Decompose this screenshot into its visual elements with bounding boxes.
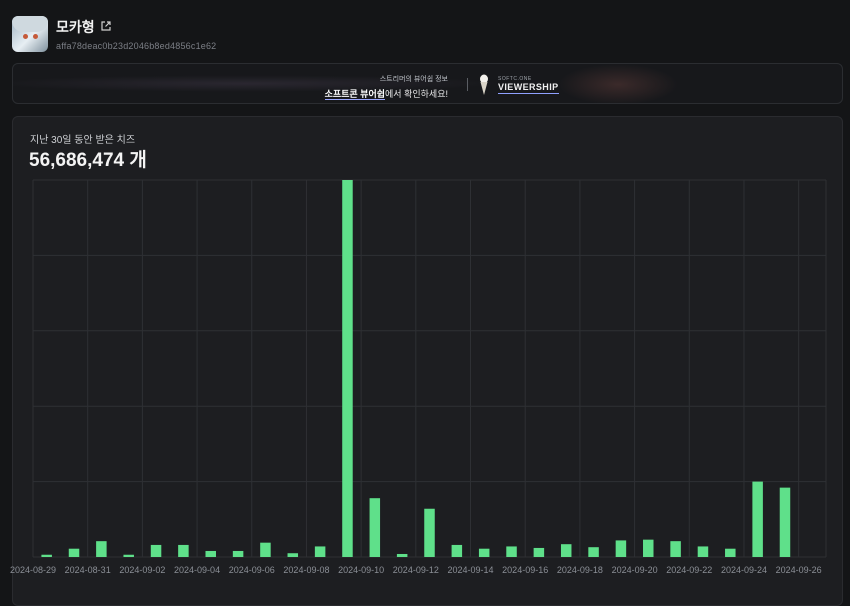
x-tick-label: 2024-09-12 (393, 565, 439, 575)
x-tick-label: 2024-09-18 (557, 565, 603, 575)
bar-2024-09-10[interactable] (369, 498, 381, 557)
x-tick-label: 2024-09-06 (229, 565, 275, 575)
bar-2024-09-08[interactable] (314, 546, 326, 557)
bar-2024-09-11[interactable] (396, 553, 408, 557)
bar-2024-09-16[interactable] (533, 547, 545, 557)
bar-2024-09-25[interactable] (779, 487, 791, 557)
bar-2024-08-30[interactable] (68, 548, 80, 557)
bar-2024-09-15[interactable] (506, 546, 517, 557)
bar-2024-09-18[interactable] (588, 547, 599, 557)
bar-2024-09-23[interactable] (725, 548, 736, 557)
bar-2024-08-31[interactable] (96, 541, 107, 557)
bar-2024-09-21[interactable] (670, 541, 681, 557)
bar-2024-09-01[interactable] (123, 554, 134, 557)
x-tick-label: 2024-09-14 (447, 565, 493, 575)
bar-2024-09-19[interactable] (615, 540, 627, 557)
x-tick-label: 2024-09-10 (338, 565, 384, 575)
bar-2024-09-14[interactable] (478, 548, 490, 557)
bar-2024-09-07[interactable] (287, 553, 299, 557)
bar-2024-09-09[interactable] (342, 180, 353, 557)
bar-2024-09-17[interactable] (560, 544, 572, 557)
bar-2024-08-29[interactable] (41, 554, 52, 557)
x-tick-label: 2024-09-02 (119, 565, 165, 575)
bar-2024-09-13[interactable] (451, 544, 463, 557)
x-tick-label: 2024-09-22 (666, 565, 712, 575)
x-tick-label: 2024-09-04 (174, 565, 220, 575)
x-tick-label: 2024-09-20 (612, 565, 658, 575)
x-tick-label: 2024-09-16 (502, 565, 548, 575)
x-tick-label: 2024-09-24 (721, 565, 767, 575)
cheese-bar-chart: 2024-08-29 2024-08-31 2024-09-02 2024-09-04… (10, 179, 827, 575)
x-tick-label: 2024-08-29 (10, 565, 56, 575)
bar-2024-09-05[interactable] (232, 550, 244, 557)
bar-2024-09-06[interactable] (260, 542, 271, 557)
bar-2024-09-03[interactable] (178, 544, 189, 557)
x-tick-label: 2024-08-31 (65, 565, 111, 575)
bar-2024-09-02[interactable] (150, 544, 162, 557)
bar-2024-09-20[interactable] (643, 539, 654, 557)
bar-2024-09-04[interactable] (205, 550, 216, 557)
x-tick-label: 2024-09-26 (776, 565, 822, 575)
bar-2024-09-22[interactable] (697, 546, 709, 557)
bar-2024-09-12[interactable] (424, 508, 435, 557)
x-tick-label: 2024-09-08 (283, 565, 329, 575)
bar-2024-09-24[interactable] (752, 481, 763, 557)
